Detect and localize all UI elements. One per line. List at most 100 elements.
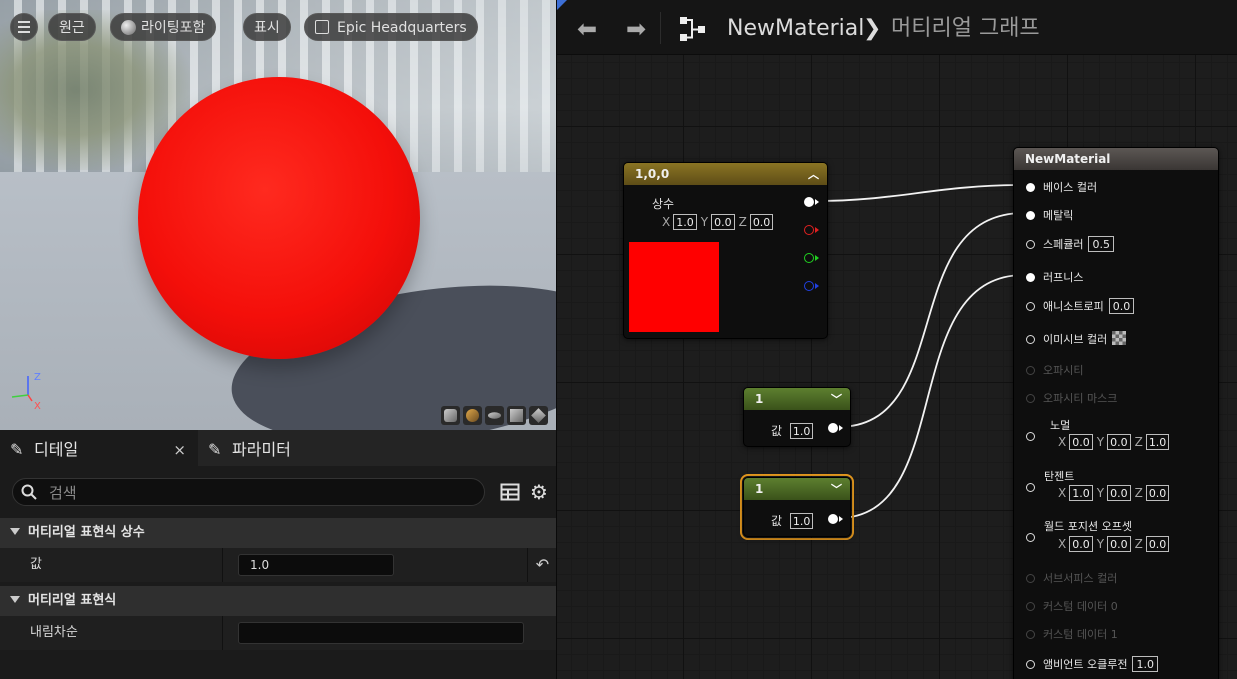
output-pin[interactable] [828,514,838,524]
node-title[interactable]: 1 ﹀ [744,388,850,410]
node-title[interactable]: 1,0,0 ︿ [624,163,827,185]
input-normal[interactable] [1026,430,1043,443]
show-button[interactable]: 표시 [243,13,291,41]
lit-sphere-icon [121,20,136,35]
z-value-field[interactable]: 0.0 [749,214,774,230]
wpo-z-field[interactable]: 0.0 [1145,536,1170,552]
scalar-constant-node-2[interactable]: 1 ﹀ 값 1.0 [743,477,851,537]
details-search-input[interactable] [47,482,471,504]
plane-shape-icon[interactable] [485,406,504,425]
collapse-chevron-icon[interactable]: ︿ [808,163,819,186]
input-pin[interactable] [1026,273,1035,282]
back-arrow-icon[interactable]: ⬅ [577,17,597,41]
table-view-icon[interactable] [500,482,520,502]
forward-arrow-icon[interactable]: ➡ [626,17,646,41]
output-pin[interactable] [828,423,838,433]
wpo-x-field[interactable]: 0.0 [1069,536,1093,552]
cube-shape-icon[interactable] [507,406,526,425]
anisotropy-value-field[interactable]: 0.0 [1108,298,1135,314]
input-pin[interactable] [1026,211,1035,220]
tab-parameters[interactable]: ✎ 파라미터 [208,430,291,466]
breadcrumb-asset[interactable]: NewMaterial [727,14,864,44]
wpo-y-field[interactable]: 0.0 [1107,536,1131,552]
details-search-box[interactable] [12,478,485,506]
x-axis-label: X [662,215,671,229]
custom-mesh-icon[interactable] [529,406,548,425]
tangent-z-field[interactable]: 0.0 [1145,485,1170,501]
tangent-x-field[interactable]: 1.0 [1069,485,1093,501]
tab-details[interactable]: ✎ 디테일 × [0,430,198,466]
input-label: 메탈릭 [1043,209,1074,222]
scalar-value-label: 값 [771,424,783,438]
close-tab-icon[interactable]: × [173,430,186,470]
scalar-value-field[interactable]: 1.0 [789,513,814,529]
specular-value-field[interactable]: 0.5 [1088,236,1114,252]
perspective-button[interactable]: 원근 [48,13,96,41]
input-pin[interactable] [1026,483,1035,492]
section-expression-constant-label: 머티리얼 표현식 상수 [28,525,145,540]
input-specular[interactable]: 스페큘러 0.5 [1026,236,1114,252]
material-preview-viewport[interactable]: 원근 라이팅포함 표시 Epic Headquarters Z X [0,0,556,430]
emissive-color-swatch[interactable] [1112,331,1127,345]
y-value-field[interactable]: 0.0 [711,214,735,230]
normal-z-field[interactable]: 1.0 [1145,434,1170,450]
input-pin[interactable] [1026,335,1035,344]
input-metallic[interactable]: 메탈릭 [1026,207,1073,223]
input-roughness[interactable]: 러프니스 [1026,269,1083,285]
output-pin-rgb[interactable] [804,197,814,207]
normal-x-field[interactable]: 0.0 [1069,434,1093,450]
scalar-value-field[interactable]: 1.0 [789,423,814,439]
constant-vector-fields: X 1.0 Y 0.0 Z 0.0 [658,211,774,230]
input-pin[interactable] [1026,660,1035,669]
breadcrumb-graph[interactable]: 머티리얼 그래프 [891,14,1040,44]
input-anisotropy[interactable]: 애니소트로피 0.0 [1026,298,1135,314]
input-subsurface-color: 서브서피스 컬러 [1026,570,1117,586]
collapse-chevron-icon[interactable]: ﹀ [831,388,842,411]
value-input[interactable]: 1.0 [238,554,394,576]
ao-value-field[interactable]: 1.0 [1132,656,1158,672]
input-ambient-occlusion[interactable]: 앰비언트 오클루전 1.0 [1026,656,1158,672]
sphere-shape-icon[interactable] [463,406,482,425]
constant-label: 상수 [652,197,675,211]
node-title[interactable]: NewMaterial [1014,148,1218,170]
node-title-text: 1 [755,392,764,406]
preview-scene-button[interactable]: Epic Headquarters [304,13,478,41]
tangent-y-field[interactable]: 0.0 [1107,485,1131,501]
input-pin[interactable] [1026,183,1035,192]
output-pin-r[interactable] [804,225,814,235]
cylinder-shape-icon[interactable] [441,406,460,425]
axis-gizmo-icon: Z X [11,372,41,410]
normal-y-field[interactable]: 0.0 [1107,434,1131,450]
node-title-text: 1 [755,482,764,496]
reset-to-default-icon[interactable]: ↶ [527,548,557,582]
node-title-text: NewMaterial [1025,152,1111,166]
settings-gear-icon[interactable]: ⚙ [530,481,548,503]
input-tangent-label: 탄젠트 [1044,470,1075,483]
input-base-color[interactable]: 베이스 컬러 [1026,179,1097,195]
node-title[interactable]: 1 ﹀ [744,478,850,500]
material-graph-canvas[interactable]: ⬅ ➡ NewMaterial ❯ 머티리얼 그래프 1,0,0 ︿ 상수 X1… [557,0,1237,679]
output-pin-b[interactable] [804,281,814,291]
input-pin[interactable] [1026,533,1035,542]
input-tangent[interactable] [1026,481,1043,494]
input-world-position-offset[interactable] [1026,531,1043,544]
value-label: 값 [30,557,42,572]
section-expression-constant[interactable]: 머티리얼 표현식 상수 [0,518,556,548]
lit-mode-button[interactable]: 라이팅포함 [110,13,217,41]
scalar-constant-node-1[interactable]: 1 ﹀ 값 1.0 [743,387,851,447]
input-pin[interactable] [1026,432,1035,441]
constant3-vector-node[interactable]: 1,0,0 ︿ 상수 X 1.0 Y 0.0 Z 0.0 [623,162,828,339]
input-pin[interactable] [1026,240,1035,249]
x-value-field[interactable]: 1.0 [673,214,697,230]
material-result-node[interactable]: NewMaterial 베이스 컬러 메탈릭 스페큘러 0.5 러프니스 애니소트… [1013,147,1219,679]
collapse-chevron-icon[interactable]: ﹀ [831,478,842,501]
desc-input[interactable] [238,622,524,644]
output-pin-g[interactable] [804,253,814,263]
section-expression[interactable]: 머티리얼 표현식 [0,586,556,616]
axis-z-label: Z [34,372,41,383]
viewport-menu-button[interactable] [10,13,38,41]
node-graph-icon[interactable] [679,16,707,42]
input-emissive[interactable]: 이미시브 컬러 [1026,331,1127,347]
pin-arrow-icon [815,283,819,289]
input-pin[interactable] [1026,302,1035,311]
